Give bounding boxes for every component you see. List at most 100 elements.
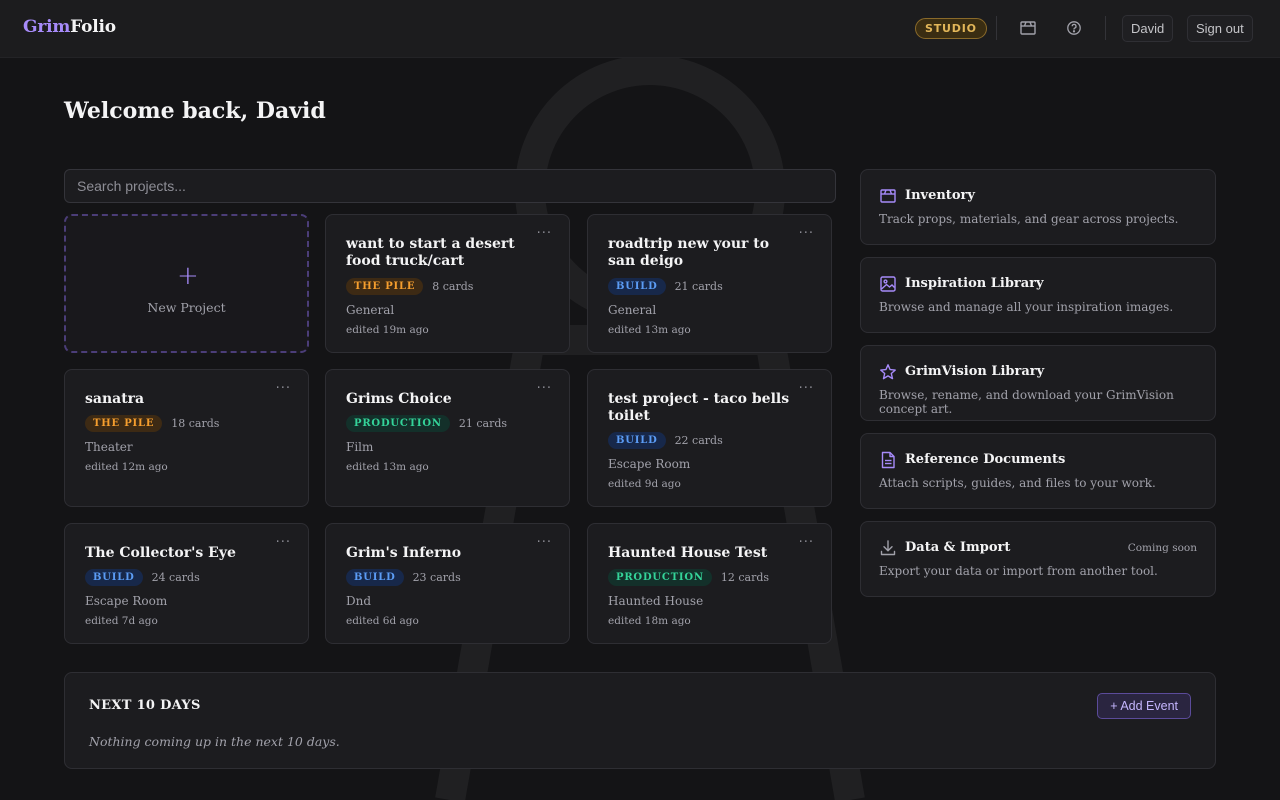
card-menu-icon[interactable]: ··· bbox=[276, 535, 291, 550]
project-card[interactable]: Grims Choice ··· PRODUCTION 21 cards Fil… bbox=[325, 369, 570, 507]
panel-title: GrimVision Library bbox=[905, 364, 1045, 379]
image-icon bbox=[880, 276, 896, 292]
inventory-box-icon[interactable] bbox=[1017, 17, 1039, 39]
project-edited: edited 13m ago bbox=[608, 324, 691, 336]
panel-description: Browse, rename, and download your GrimVi… bbox=[879, 388, 1174, 416]
help-icon[interactable] bbox=[1063, 17, 1085, 39]
project-title: Grims Choice bbox=[346, 391, 452, 407]
card-count: 12 cards bbox=[720, 571, 770, 584]
card-count: 22 cards bbox=[674, 434, 723, 447]
search-input[interactable] bbox=[64, 169, 836, 203]
project-meta: THE PILE 8 cards bbox=[346, 278, 473, 295]
project-title: test project - taco bells toilet bbox=[608, 391, 790, 424]
panel-description: Export your data or import from another … bbox=[879, 564, 1158, 578]
document-icon bbox=[881, 451, 895, 469]
status-badge: THE PILE bbox=[85, 415, 163, 432]
panel-title: Inventory bbox=[905, 188, 975, 203]
divider bbox=[996, 16, 997, 40]
project-meta: BUILD 22 cards bbox=[608, 432, 723, 449]
download-icon bbox=[880, 540, 896, 556]
star-icon bbox=[880, 364, 896, 380]
project-edited: edited 19m ago bbox=[346, 324, 429, 336]
user-menu-button[interactable]: David bbox=[1122, 15, 1174, 42]
project-title: sanatra bbox=[85, 391, 145, 407]
card-count: 8 cards bbox=[432, 280, 474, 293]
project-card[interactable]: want to start a desert food truck/cart ·… bbox=[325, 214, 570, 353]
project-category: Escape Room bbox=[85, 594, 168, 608]
card-count: 24 cards bbox=[151, 571, 200, 584]
project-category: General bbox=[346, 303, 395, 317]
card-menu-icon[interactable]: ··· bbox=[276, 381, 291, 396]
plus-icon: + bbox=[177, 261, 199, 291]
status-badge: BUILD bbox=[608, 432, 666, 449]
project-edited: edited 7d ago bbox=[85, 615, 158, 627]
page-title: Welcome back, David bbox=[64, 98, 326, 124]
events-empty-message: Nothing coming up in the next 10 days. bbox=[89, 734, 340, 749]
project-meta: BUILD 24 cards bbox=[85, 569, 200, 586]
card-menu-icon[interactable]: ··· bbox=[537, 226, 552, 241]
status-badge: THE PILE bbox=[346, 278, 424, 295]
status-badge: PRODUCTION bbox=[346, 415, 450, 432]
new-project-label: New Project bbox=[147, 300, 226, 315]
project-edited: edited 13m ago bbox=[346, 461, 429, 473]
card-menu-icon[interactable]: ··· bbox=[537, 535, 552, 550]
box-icon bbox=[880, 189, 896, 203]
project-meta: BUILD 23 cards bbox=[346, 569, 461, 586]
grimvision-library-panel[interactable]: GrimVision Library Browse, rename, and d… bbox=[860, 345, 1216, 421]
project-category: Film bbox=[346, 440, 374, 454]
inventory-panel[interactable]: Inventory Track props, materials, and ge… bbox=[860, 169, 1216, 245]
card-count: 18 cards bbox=[171, 417, 220, 430]
card-menu-icon[interactable]: ··· bbox=[799, 226, 814, 241]
panel-title: Inspiration Library bbox=[905, 276, 1044, 291]
logo-text-grim: Grim bbox=[23, 17, 71, 37]
project-title: Grim's Inferno bbox=[346, 545, 462, 561]
project-card[interactable]: The Collector's Eye ··· BUILD 24 cards E… bbox=[64, 523, 309, 644]
data-import-panel[interactable]: Data & Import Coming soon Export your da… bbox=[860, 521, 1216, 597]
project-edited: edited 6d ago bbox=[346, 615, 419, 627]
project-meta: BUILD 21 cards bbox=[608, 278, 723, 295]
card-count: 21 cards bbox=[674, 280, 723, 293]
coming-soon-label: Coming soon bbox=[1127, 542, 1197, 554]
panel-description: Browse and manage all your inspiration i… bbox=[879, 300, 1174, 314]
status-badge: PRODUCTION bbox=[608, 569, 712, 586]
status-badge: BUILD bbox=[346, 569, 404, 586]
new-project-card[interactable]: + New Project bbox=[64, 214, 309, 353]
sign-out-button[interactable]: Sign out bbox=[1187, 15, 1253, 42]
top-bar: GrimFolio STUDIO David Sign out bbox=[0, 0, 1280, 58]
project-card[interactable]: test project - taco bells toilet ··· BUI… bbox=[587, 369, 832, 507]
upcoming-events-section: NEXT 10 DAYS Nothing coming up in the ne… bbox=[64, 672, 1216, 769]
project-card[interactable]: roadtrip new your to san deigo ··· BUILD… bbox=[587, 214, 832, 353]
status-badge: BUILD bbox=[608, 278, 666, 295]
events-title: NEXT 10 DAYS bbox=[89, 698, 201, 713]
panel-title: Reference Documents bbox=[905, 452, 1066, 467]
project-card[interactable]: Haunted House Test ··· PRODUCTION 12 car… bbox=[587, 523, 832, 644]
project-edited: edited 9d ago bbox=[608, 478, 681, 490]
card-menu-icon[interactable]: ··· bbox=[799, 535, 814, 550]
project-category: General bbox=[608, 303, 657, 317]
project-category: Theater bbox=[85, 440, 133, 454]
project-meta: THE PILE 18 cards bbox=[85, 415, 219, 432]
project-title: The Collector's Eye bbox=[85, 545, 236, 561]
add-event-button[interactable]: + Add Event bbox=[1097, 693, 1191, 719]
card-menu-icon[interactable]: ··· bbox=[799, 381, 814, 396]
project-edited: edited 18m ago bbox=[608, 615, 691, 627]
app-logo[interactable]: GrimFolio bbox=[23, 17, 116, 37]
plan-badge: STUDIO bbox=[915, 18, 987, 39]
project-title: Haunted House Test bbox=[608, 545, 768, 561]
card-count: 23 cards bbox=[412, 571, 461, 584]
status-badge: BUILD bbox=[85, 569, 143, 586]
card-menu-icon[interactable]: ··· bbox=[537, 381, 552, 396]
project-meta: PRODUCTION 21 cards bbox=[346, 415, 507, 432]
project-title: want to start a desert food truck/cart bbox=[346, 236, 515, 269]
panel-title: Data & Import bbox=[905, 540, 1011, 555]
inspiration-library-panel[interactable]: Inspiration Library Browse and manage al… bbox=[860, 257, 1216, 333]
panel-description: Track props, materials, and gear across … bbox=[879, 212, 1179, 226]
logo-text-folio: Folio bbox=[70, 17, 116, 37]
project-card[interactable]: Grim's Inferno ··· BUILD 23 cards Dnd ed… bbox=[325, 523, 570, 644]
project-meta: PRODUCTION 12 cards bbox=[608, 569, 769, 586]
project-edited: edited 12m ago bbox=[85, 461, 168, 473]
project-category: Dnd bbox=[346, 594, 372, 608]
project-card[interactable]: sanatra ··· THE PILE 18 cards Theater ed… bbox=[64, 369, 309, 507]
project-title: roadtrip new your to san deigo bbox=[608, 236, 770, 269]
reference-documents-panel[interactable]: Reference Documents Attach scripts, guid… bbox=[860, 433, 1216, 509]
